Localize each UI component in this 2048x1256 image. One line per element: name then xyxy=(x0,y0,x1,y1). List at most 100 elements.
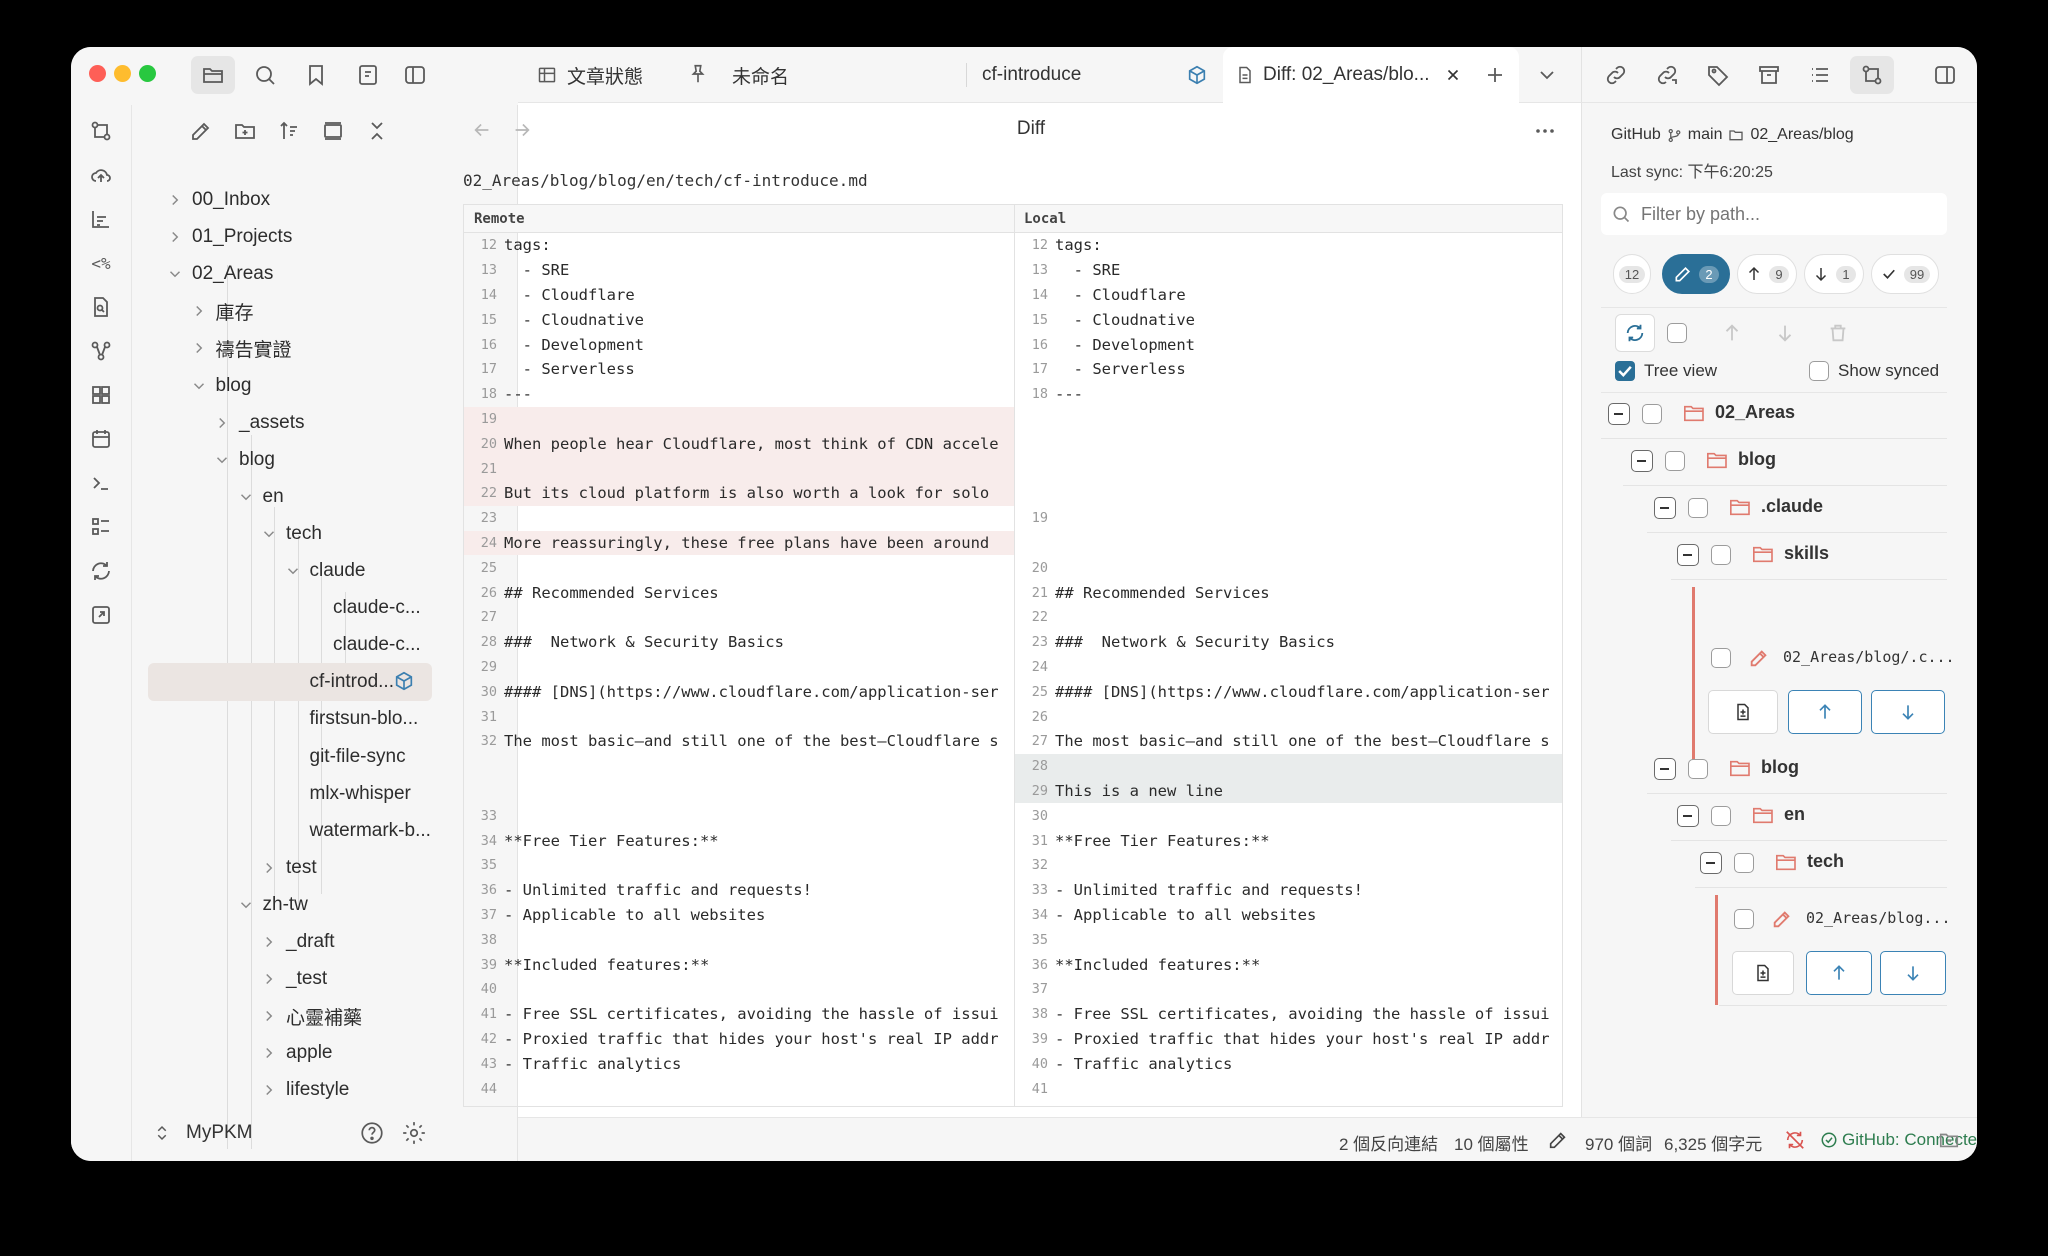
search-icon[interactable] xyxy=(253,63,277,87)
help-icon[interactable] xyxy=(359,1120,385,1146)
sync-off-icon[interactable] xyxy=(1784,1129,1806,1151)
outgoing-link-icon[interactable] xyxy=(1655,63,1679,87)
file-tree-file[interactable]: cf-introd... xyxy=(310,665,394,699)
filter-all-pill[interactable]: 12 xyxy=(1613,254,1651,294)
push-file-button[interactable] xyxy=(1788,690,1862,734)
minimize-window-button[interactable] xyxy=(114,65,131,82)
archive-icon[interactable] xyxy=(1757,63,1781,87)
tab-diff[interactable]: Diff: 02_Areas/blo... xyxy=(1223,47,1519,103)
terminal-icon[interactable] xyxy=(89,471,113,495)
git-node-02-areas[interactable]: 02_Areas xyxy=(1683,402,1795,423)
filter-modified-pill[interactable]: 2 xyxy=(1662,254,1730,294)
node-checkbox[interactable] xyxy=(1688,498,1708,518)
show-synced-label[interactable]: Show synced xyxy=(1768,361,1939,381)
git-node-blog-inner[interactable]: blog xyxy=(1729,757,1799,778)
settings-gear-icon[interactable] xyxy=(401,1120,427,1146)
close-tab-icon[interactable] xyxy=(1444,66,1462,84)
tab-list-chevron-icon[interactable] xyxy=(1535,63,1559,87)
edit-mode-icon[interactable] xyxy=(1547,1129,1569,1151)
push-selected-icon[interactable] xyxy=(1721,322,1743,344)
collapse-toggle[interactable] xyxy=(1677,805,1699,827)
node-checkbox[interactable] xyxy=(1711,545,1731,565)
filter-synced-pill[interactable]: 99 xyxy=(1871,254,1939,294)
file-tree-folder[interactable]: 02_Areas xyxy=(166,257,273,291)
node-checkbox[interactable] xyxy=(1688,759,1708,779)
close-window-button[interactable] xyxy=(89,65,106,82)
node-checkbox[interactable] xyxy=(1734,853,1754,873)
file-tree-file[interactable]: firstsun-blo... xyxy=(310,702,419,736)
grid-icon[interactable] xyxy=(89,383,113,407)
collapse-toggle[interactable] xyxy=(1677,544,1699,566)
pull-selected-icon[interactable] xyxy=(1774,322,1796,344)
filter-ahead-pill[interactable]: 9 xyxy=(1737,254,1797,294)
file-tree-folder[interactable]: blog xyxy=(213,443,275,477)
tree-view-checkbox[interactable] xyxy=(1615,361,1635,381)
template-icon[interactable]: <% xyxy=(87,251,115,275)
file-tree-folder[interactable]: 庫存 xyxy=(190,294,254,328)
open-diff-button[interactable] xyxy=(1708,690,1778,734)
auto-reveal-icon[interactable] xyxy=(321,119,345,143)
calendar-icon[interactable] xyxy=(89,427,113,451)
folder-status-icon[interactable] xyxy=(1938,1129,1960,1151)
file-tree-folder[interactable]: lifestyle xyxy=(260,1073,349,1107)
collapse-all-icon[interactable] xyxy=(365,119,389,143)
file-search-icon[interactable] xyxy=(89,295,113,319)
file-tree-folder[interactable]: claude xyxy=(284,554,366,588)
changed-file-path[interactable]: 02_Areas/blog/.c... xyxy=(1783,648,1955,666)
tag-icon[interactable] xyxy=(1706,63,1730,87)
git-node-tech[interactable]: tech xyxy=(1775,851,1844,872)
file-tree-folder[interactable]: 心靈補藥 xyxy=(260,999,362,1033)
file-tree-file[interactable]: mlx-whisper xyxy=(310,777,411,811)
graph-icon[interactable] xyxy=(89,339,113,363)
file-tree-folder[interactable]: _assets xyxy=(213,406,304,440)
node-checkbox[interactable] xyxy=(1711,806,1731,826)
tab-untitled[interactable]: 未命名 xyxy=(732,47,952,103)
file-tree-folder[interactable]: 00_Inbox xyxy=(166,183,270,217)
file-tree-folder[interactable]: test xyxy=(260,851,317,885)
open-note-icon[interactable] xyxy=(89,603,113,627)
back-arrow-icon[interactable] xyxy=(471,119,493,141)
trash-icon[interactable] xyxy=(1827,322,1849,344)
vault-name[interactable]: MyPKM xyxy=(186,1122,253,1144)
file-tree-folder[interactable]: blog xyxy=(190,369,251,403)
new-folder-icon[interactable] xyxy=(233,119,257,143)
link-icon[interactable] xyxy=(1604,63,1628,87)
chart-icon[interactable] xyxy=(89,207,113,231)
file-tree-file[interactable]: watermark-b... xyxy=(310,814,431,848)
file-tree-folder[interactable]: tech xyxy=(260,517,322,551)
git-source-control-icon[interactable] xyxy=(1860,63,1884,87)
right-sidebar-toggle-icon[interactable] xyxy=(1933,63,1957,87)
forward-arrow-icon[interactable] xyxy=(511,119,533,141)
checklist-icon[interactable] xyxy=(89,515,113,539)
sync-icon[interactable] xyxy=(89,559,113,583)
select-all-checkbox[interactable] xyxy=(1667,323,1687,343)
file-tree-folder[interactable]: 01_Projects xyxy=(166,220,292,254)
filter-input[interactable] xyxy=(1641,199,1937,229)
more-options-icon[interactable] xyxy=(1533,119,1557,143)
file-checkbox[interactable] xyxy=(1734,909,1754,929)
branch-name[interactable]: main xyxy=(1688,126,1723,144)
git-compare-icon[interactable] xyxy=(89,119,113,143)
new-note-icon[interactable] xyxy=(189,119,213,143)
zoom-window-button[interactable] xyxy=(139,65,156,82)
tree-view-label[interactable]: Tree view xyxy=(1644,361,1717,381)
collapse-toggle[interactable] xyxy=(1700,852,1722,874)
changed-file-path[interactable]: 02_Areas/blog... xyxy=(1806,909,1951,927)
collapse-toggle[interactable] xyxy=(1654,758,1676,780)
file-tree-folder[interactable]: 禱告實證 xyxy=(190,331,292,365)
sort-icon[interactable] xyxy=(277,119,301,143)
pull-file-button[interactable] xyxy=(1871,690,1945,734)
collapse-toggle[interactable] xyxy=(1608,403,1630,425)
node-checkbox[interactable] xyxy=(1642,404,1662,424)
file-tree-file[interactable]: git-file-sync xyxy=(310,740,406,774)
cube-icon[interactable] xyxy=(393,670,415,692)
file-tree-folder[interactable]: _test xyxy=(260,962,327,996)
tab-cf-introduce[interactable]: cf-introduce xyxy=(982,47,1162,103)
file-tree-file[interactable]: claude-c... xyxy=(333,591,421,625)
folder-icon[interactable] xyxy=(201,63,225,87)
cloud-upload-icon[interactable] xyxy=(89,163,113,187)
collapse-toggle[interactable] xyxy=(1631,450,1653,472)
git-node-skills[interactable]: skills xyxy=(1752,543,1829,564)
file-tree-folder[interactable]: zh-tw xyxy=(237,888,308,922)
git-node-claude[interactable]: .claude xyxy=(1729,496,1823,517)
